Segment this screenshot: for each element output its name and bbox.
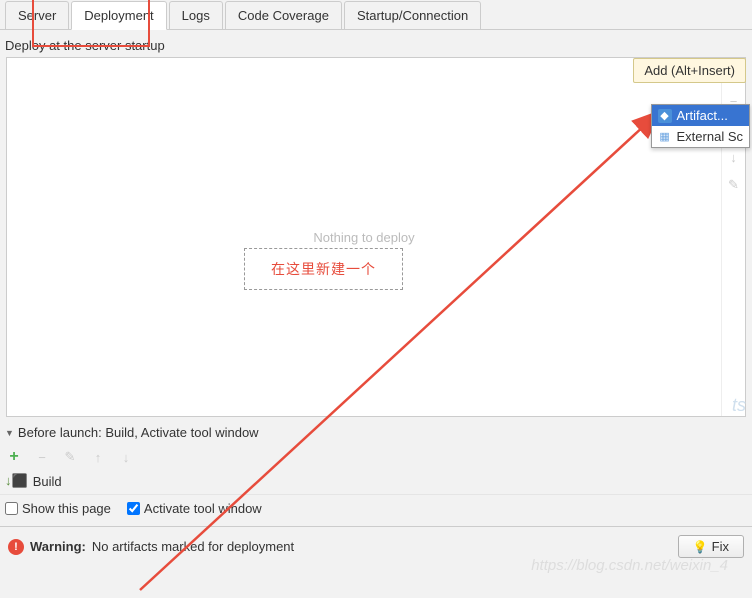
task-up-button: ↑ [89,448,107,466]
dropdown-artifact-label: Artifact... [677,108,728,123]
deploy-section-label: Deploy at the server startup [0,30,752,57]
task-down-button: ↓ [117,448,135,466]
options-row: Show this page Activate tool window [0,494,752,522]
task-edit-button: ✎ [61,448,79,466]
move-down-button: ↓ [725,148,743,166]
before-launch-toolbar: + − ✎ ↑ ↓ [0,444,752,470]
tab-code-coverage[interactable]: Code Coverage [225,1,342,29]
dropdown-item-artifact[interactable]: ◆ Artifact... [652,105,749,126]
artifact-icon: ◆ [658,109,672,123]
tab-bar: Server Deployment Logs Code Coverage Sta… [0,0,752,30]
show-this-page-input[interactable] [5,502,18,515]
show-this-page-label: Show this page [22,501,111,516]
expand-arrow-icon: ▼ [5,428,14,438]
fix-button[interactable]: 💡 Fix [678,535,744,558]
task-row-build[interactable]: ↓⬛ Build [0,470,752,492]
lightbulb-icon: 💡 [693,540,708,554]
activate-tool-window-checkbox[interactable]: Activate tool window [127,501,262,516]
dropdown-external-label: External Sc [677,129,743,144]
before-launch-section[interactable]: ▼ Before launch: Build, Activate tool wi… [0,417,752,444]
add-dropdown: ◆ Artifact... ▦ External Sc [651,104,750,148]
show-this-page-checkbox[interactable]: Show this page [5,501,111,516]
task-add-button[interactable]: + [5,448,23,466]
annotation-text-box: 在这里新建一个 [244,248,403,290]
build-icon: ↓⬛ [5,473,28,489]
add-tooltip: Add (Alt+Insert) [633,58,746,83]
warning-label: Warning: [30,539,86,554]
warning-icon: ! [8,539,24,555]
footer-bar: ! Warning: No artifacts marked for deplo… [0,527,752,566]
tab-startup-connection[interactable]: Startup/Connection [344,1,481,29]
deploy-list-area: Nothing to deploy [7,58,721,416]
warning-text: No artifacts marked for deployment [92,539,294,554]
task-remove-button: − [33,448,51,466]
build-task-label: Build [33,474,62,489]
deploy-panel: Nothing to deploy + − ↑ ↓ ✎ [6,57,746,417]
activate-tool-window-label: Activate tool window [144,501,262,516]
dropdown-item-external[interactable]: ▦ External Sc [652,126,749,147]
tab-server[interactable]: Server [5,1,69,29]
warning-message: ! Warning: No artifacts marked for deplo… [8,539,294,555]
activate-tool-window-input[interactable] [127,502,140,515]
before-launch-label: Before launch: Build, Activate tool wind… [18,425,259,440]
tab-logs[interactable]: Logs [169,1,223,29]
tab-deployment[interactable]: Deployment [71,1,166,30]
edit-button: ✎ [725,176,743,194]
external-source-icon: ▦ [658,130,672,144]
fix-button-label: Fix [712,539,729,554]
empty-state-text: Nothing to deploy [313,230,414,245]
